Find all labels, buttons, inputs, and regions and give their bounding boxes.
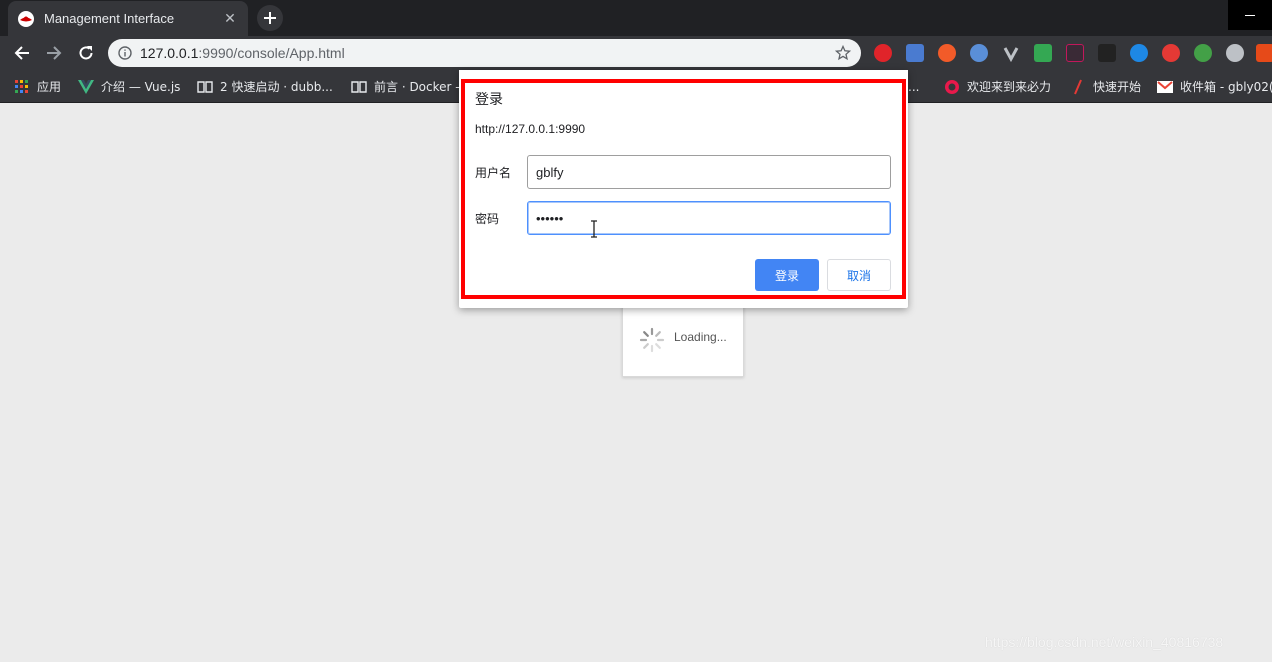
dialog-host: http://127.0.0.1:9990: [475, 122, 586, 136]
watermark: https://blog.csdn.net/weixin_40816738: [985, 634, 1224, 650]
extension-icon[interactable]: [970, 44, 988, 62]
bookmark-label: 收件箱 - gbly02(: [1180, 80, 1272, 94]
username-value: gblfy: [536, 164, 564, 180]
bookmark-star-icon[interactable]: [835, 45, 851, 61]
apps-grid-icon: [14, 79, 30, 95]
url-text: 127.0.0.1:9990/console/App.html: [140, 45, 835, 61]
extension-icon[interactable]: [1226, 44, 1244, 62]
spinner-icon: [639, 327, 665, 353]
bookmark-vue[interactable]: 介绍 — Vue.js: [78, 70, 180, 103]
text-cursor-icon: [591, 220, 597, 238]
book-icon: [197, 79, 213, 95]
extension-icon[interactable]: [938, 44, 956, 62]
password-value: ••••••: [536, 210, 564, 226]
extension-icon[interactable]: [1162, 44, 1180, 62]
browser-toolbar: 127.0.0.1:9990/console/App.html: [0, 36, 1272, 70]
info-icon: [118, 46, 132, 60]
bookmark-livere[interactable]: 欢迎来到来必力: [944, 70, 1051, 103]
bookmark-label: 快速开始: [1093, 80, 1142, 94]
reload-button[interactable]: [74, 41, 98, 65]
bookmark-label: 2 快速启动 · dubb...: [220, 80, 333, 94]
adblock-plus-icon[interactable]: [874, 44, 892, 62]
forward-arrow-icon: [47, 46, 62, 60]
redhat-icon: [18, 10, 34, 27]
login-button[interactable]: 登录: [755, 259, 819, 291]
forward-button[interactable]: [42, 41, 66, 65]
back-button[interactable]: [10, 41, 34, 65]
minimize-icon: [1245, 14, 1255, 16]
loading-text: Loading...: [674, 330, 727, 344]
bookmark-label: 应用: [37, 80, 62, 94]
vivaldi-icon[interactable]: [1002, 44, 1020, 63]
bookmark-quickstart[interactable]: 快速开始: [1070, 70, 1141, 103]
bookmark-docker[interactable]: 前言 · Docker -: [351, 70, 460, 103]
extension-icon[interactable]: [1034, 44, 1052, 62]
vue-icon: [78, 79, 94, 95]
extension-icon[interactable]: [1256, 44, 1272, 62]
extension-icon[interactable]: [1194, 44, 1212, 62]
bookmark-apps[interactable]: 应用: [14, 70, 61, 103]
close-tab-icon[interactable]: ✕: [222, 11, 238, 27]
address-bar[interactable]: 127.0.0.1:9990/console/App.html: [108, 39, 861, 67]
bookmark-label: 欢迎来到来必力: [967, 80, 1052, 94]
username-field[interactable]: gblfy: [527, 155, 891, 189]
bookmark-gmail[interactable]: 收件箱 - gbly02(: [1157, 70, 1272, 103]
bookmark-label: 介绍 — Vue.js: [101, 80, 181, 94]
bookmark-overflow[interactable]: ...: [908, 70, 919, 103]
reload-icon: [79, 46, 93, 60]
url-path: :9990/console/App.html: [198, 45, 345, 61]
cancel-button[interactable]: 取消: [827, 259, 891, 291]
book-icon: [351, 79, 367, 95]
bookmark-label: ...: [908, 79, 920, 94]
bookmark-dubbo[interactable]: 2 快速启动 · dubb...: [197, 70, 333, 103]
back-arrow-icon: [14, 46, 29, 60]
dialog-title: 登录: [475, 92, 503, 108]
minimize-button[interactable]: [1228, 0, 1272, 30]
translate-icon[interactable]: [906, 44, 924, 62]
password-field[interactable]: ••••••: [527, 201, 891, 235]
extension-icon[interactable]: [1130, 44, 1148, 62]
bookmark-label: 前言 · Docker -: [374, 80, 460, 94]
loading-box: Loading...: [622, 302, 744, 377]
password-label: 密码: [475, 212, 500, 226]
extension-icon[interactable]: [1066, 44, 1084, 62]
tab-strip: Management Interface ✕: [0, 0, 1272, 36]
extension-icon[interactable]: [1098, 44, 1116, 62]
sign-in-dialog: 登录 http://127.0.0.1:9990 用户名 gblfy 密码 ••…: [459, 70, 908, 308]
gmail-icon: [1157, 79, 1173, 95]
tab-title: Management Interface: [44, 11, 175, 26]
new-tab-button[interactable]: [257, 5, 283, 31]
livere-icon: [944, 79, 960, 95]
pen-icon: [1070, 79, 1086, 95]
browser-tab[interactable]: Management Interface ✕: [8, 1, 248, 36]
plus-icon: [264, 12, 276, 24]
username-label: 用户名: [475, 166, 512, 180]
url-host: 127.0.0.1: [140, 45, 199, 61]
